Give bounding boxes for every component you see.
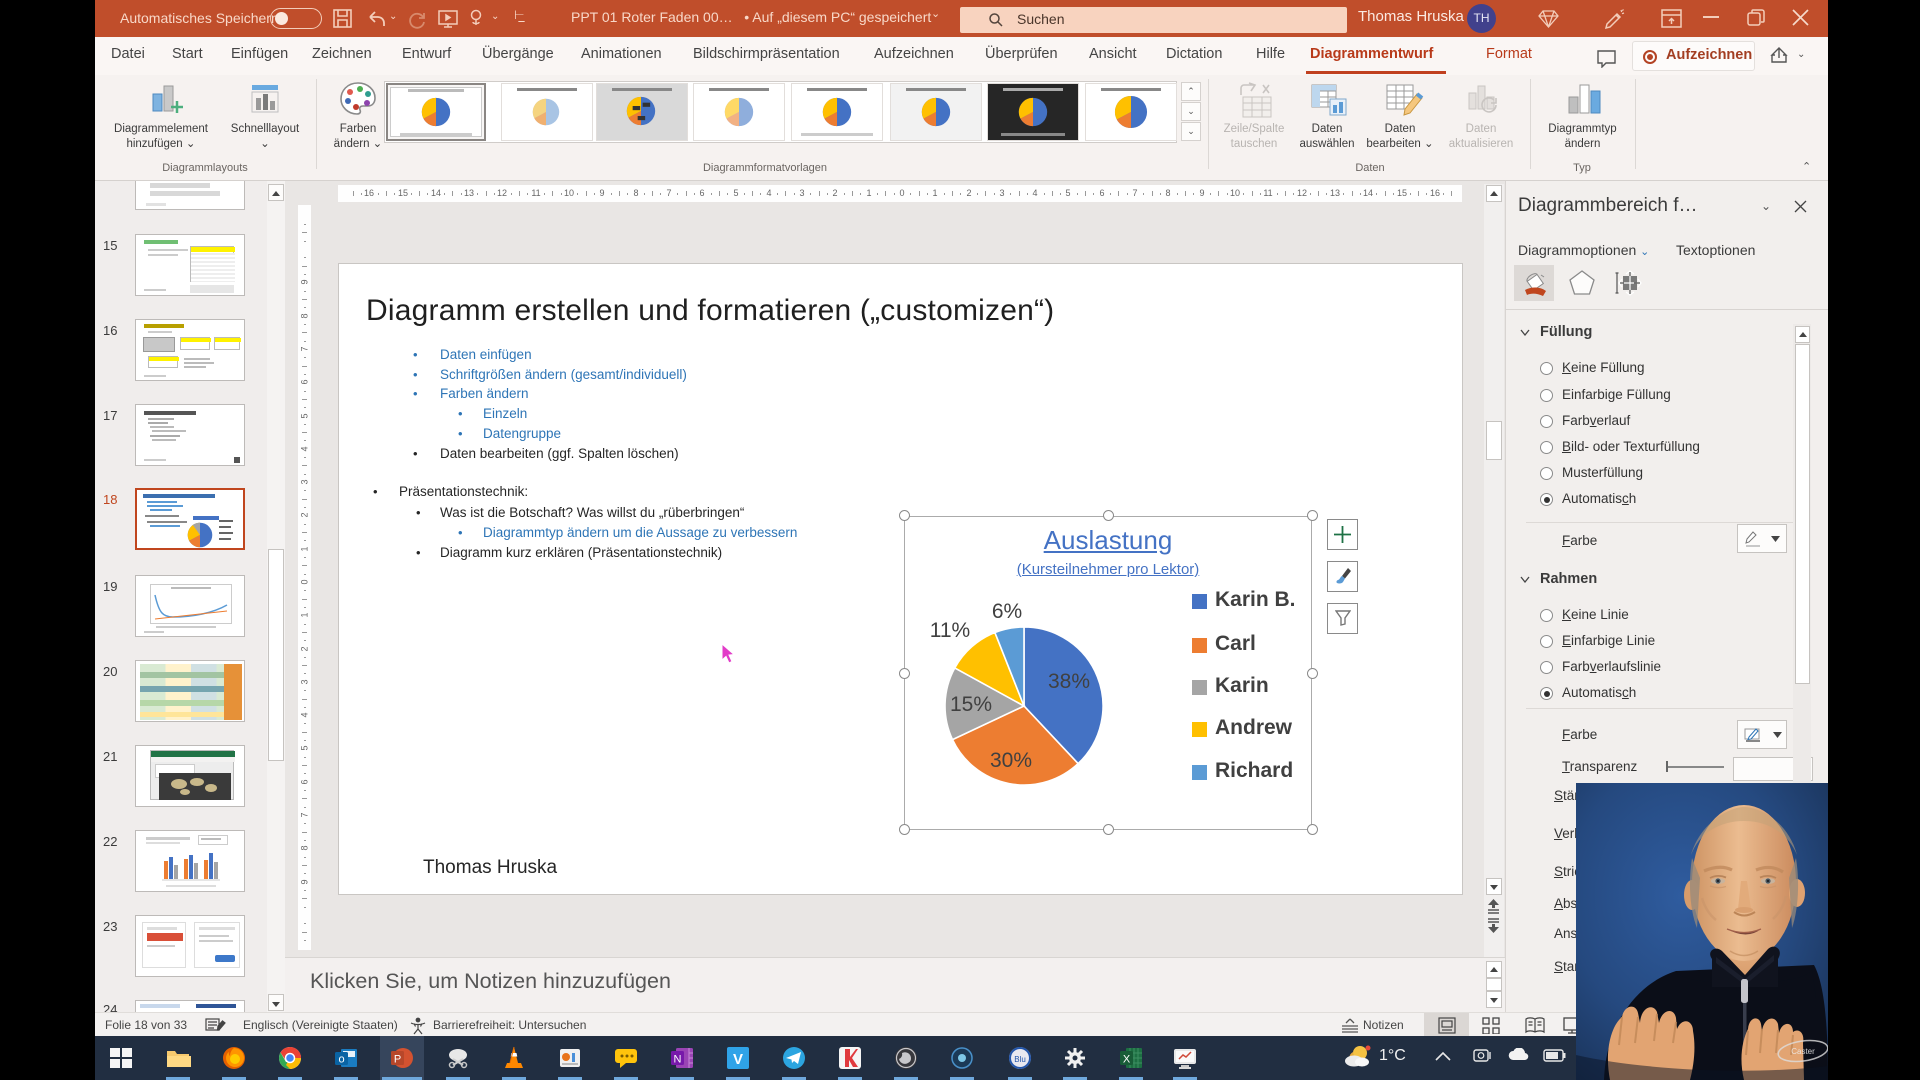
svg-text:V: V bbox=[733, 1051, 743, 1068]
svg-text:Caster: Caster bbox=[1791, 1047, 1815, 1056]
svg-text:o: o bbox=[338, 1054, 344, 1066]
svg-text:X: X bbox=[1123, 1054, 1131, 1066]
svg-text:N: N bbox=[674, 1054, 682, 1066]
svg-text:Blu: Blu bbox=[1014, 1055, 1026, 1064]
svg-text:P: P bbox=[394, 1054, 401, 1066]
